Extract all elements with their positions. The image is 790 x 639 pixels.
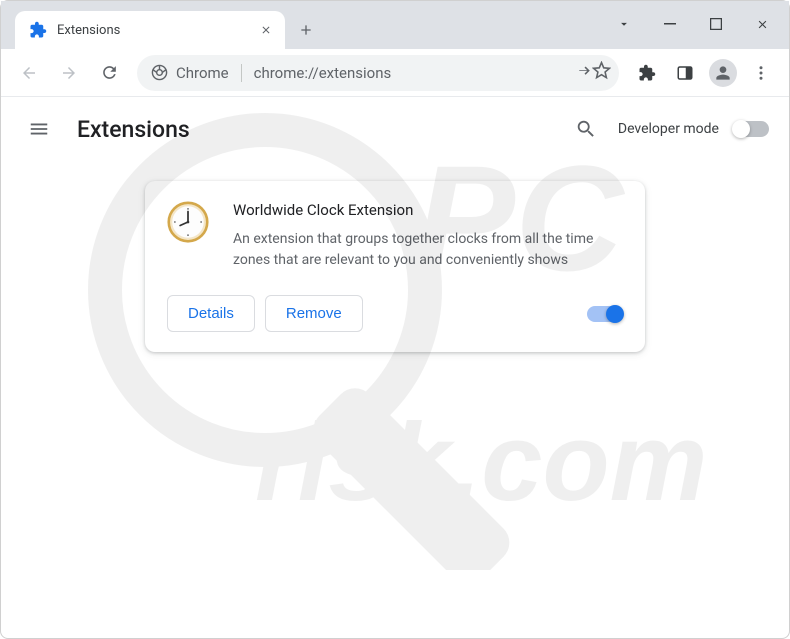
minimize-button[interactable] xyxy=(647,7,693,41)
avatar-icon xyxy=(709,59,737,87)
profile-button[interactable] xyxy=(705,55,741,91)
window-titlebar: Extensions xyxy=(1,1,789,49)
sidepanel-button[interactable] xyxy=(667,55,703,91)
arrow-right-icon xyxy=(60,64,78,82)
tab-title: Extensions xyxy=(57,23,257,38)
extension-puzzle-icon xyxy=(29,21,47,39)
window-controls xyxy=(601,7,785,41)
search-icon xyxy=(575,118,597,140)
bookmark-button[interactable] xyxy=(592,61,611,84)
minimize-icon xyxy=(664,18,676,30)
plus-icon xyxy=(298,22,314,38)
page-title: Extensions xyxy=(77,116,548,143)
hamburger-button[interactable] xyxy=(21,111,57,147)
details-button[interactable]: Details xyxy=(167,295,255,332)
url-text: chrome://extensions xyxy=(254,64,574,82)
kebab-icon xyxy=(752,64,770,82)
chevron-down-icon xyxy=(617,17,631,31)
extension-puzzle-icon xyxy=(638,64,656,82)
site-chip-label: Chrome xyxy=(176,64,229,82)
share-icon xyxy=(574,62,592,80)
browser-tab[interactable]: Extensions xyxy=(15,11,285,49)
extension-description: An extension that groups together clocks… xyxy=(233,229,623,271)
remove-button[interactable]: Remove xyxy=(265,295,363,332)
close-tab-button[interactable] xyxy=(257,21,275,39)
maximize-icon xyxy=(710,18,722,30)
extension-card: Worldwide Clock Extension An extension t… xyxy=(145,181,645,352)
page-header: Extensions Developer mode xyxy=(1,97,789,161)
arrow-left-icon xyxy=(20,64,38,82)
extensions-button[interactable] xyxy=(629,55,665,91)
reload-icon xyxy=(100,63,119,82)
forward-button[interactable] xyxy=(51,55,87,91)
close-icon xyxy=(260,24,272,36)
maximize-button[interactable] xyxy=(693,7,739,41)
new-tab-button[interactable] xyxy=(291,15,321,45)
back-button[interactable] xyxy=(11,55,47,91)
star-icon xyxy=(592,61,611,80)
extension-enable-toggle[interactable] xyxy=(587,306,623,322)
search-extensions-button[interactable] xyxy=(568,111,604,147)
address-bar[interactable]: Chrome chrome://extensions xyxy=(137,55,619,91)
extension-icon xyxy=(167,201,209,243)
extension-name: Worldwide Clock Extension xyxy=(233,201,623,219)
extensions-list: Worldwide Clock Extension An extension t… xyxy=(1,161,789,372)
site-info-chip[interactable]: Chrome xyxy=(151,64,242,82)
share-button[interactable] xyxy=(574,62,592,84)
browser-toolbar: Chrome chrome://extensions xyxy=(1,49,789,97)
developer-mode-label: Developer mode xyxy=(618,121,719,137)
hamburger-icon xyxy=(28,118,50,140)
reload-button[interactable] xyxy=(91,55,127,91)
menu-button[interactable] xyxy=(743,55,779,91)
svg-text:risk.com: risk.com xyxy=(255,401,707,524)
chrome-icon xyxy=(151,64,168,81)
close-icon xyxy=(756,18,769,31)
developer-mode-toggle[interactable] xyxy=(733,121,769,137)
tab-search-button[interactable] xyxy=(601,7,647,41)
sidepanel-icon xyxy=(676,64,694,82)
close-window-button[interactable] xyxy=(739,7,785,41)
